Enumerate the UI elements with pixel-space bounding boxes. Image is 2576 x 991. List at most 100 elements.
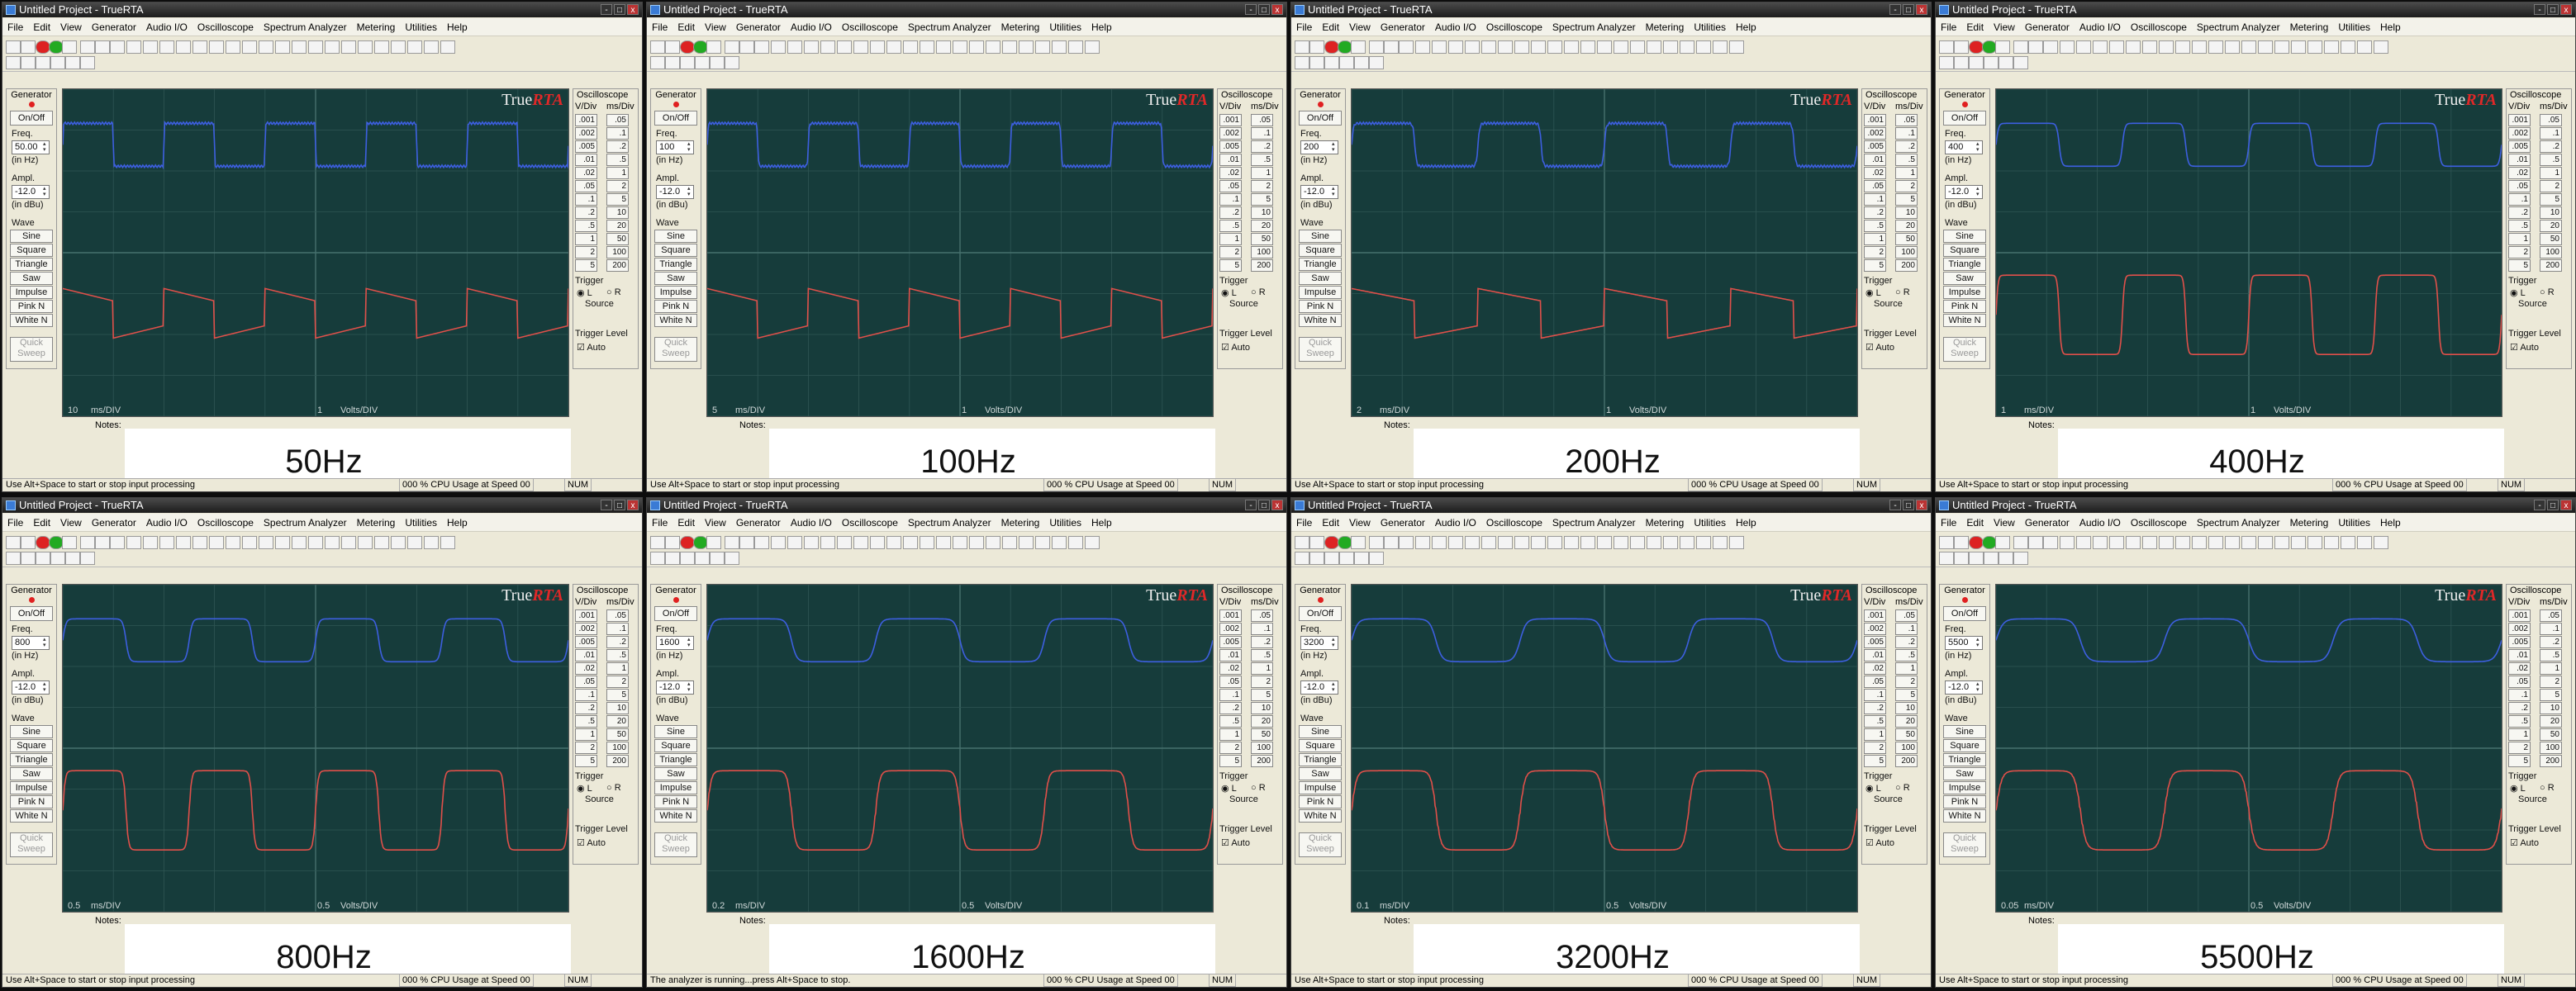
toolbar-button[interactable] bbox=[2307, 40, 2322, 54]
msdiv-button[interactable]: .2 bbox=[1251, 636, 1273, 648]
toolbar-button[interactable] bbox=[2175, 40, 2190, 54]
menu-help[interactable]: Help bbox=[1086, 18, 1117, 36]
msdiv-button[interactable]: .1 bbox=[1251, 623, 1273, 635]
vdiv-button[interactable]: .002 bbox=[2508, 127, 2531, 140]
vdiv-button[interactable]: .5 bbox=[575, 220, 597, 232]
vdiv-button[interactable]: .05 bbox=[1219, 180, 1242, 192]
menu-help[interactable]: Help bbox=[1086, 514, 1117, 532]
msdiv-button[interactable]: 5 bbox=[606, 689, 629, 701]
toolbar-button[interactable] bbox=[986, 40, 1000, 54]
toolbar-button[interactable] bbox=[341, 40, 356, 54]
vdiv-button[interactable]: 5 bbox=[1219, 259, 1242, 272]
toolbar-button[interactable] bbox=[1002, 536, 1017, 549]
wave-triangle-button[interactable]: Triangle bbox=[1299, 753, 1342, 766]
toolbar-button[interactable] bbox=[710, 56, 725, 69]
wave-saw-button[interactable]: Saw bbox=[654, 767, 697, 780]
menu-edit[interactable]: Edit bbox=[1961, 514, 1989, 532]
toolbar-button[interactable] bbox=[837, 536, 852, 549]
toolbar-button[interactable] bbox=[1399, 40, 1414, 54]
toolbar-button[interactable] bbox=[2307, 536, 2322, 549]
menu-edit[interactable]: Edit bbox=[1317, 18, 1344, 36]
menu-utilities[interactable]: Utilities bbox=[1689, 514, 1731, 532]
msdiv-button[interactable]: 5 bbox=[1251, 689, 1273, 701]
toolbar-button[interactable] bbox=[242, 40, 257, 54]
freq-input[interactable]: 400 bbox=[1945, 140, 1983, 154]
toolbar-button[interactable] bbox=[680, 56, 695, 69]
minimize-button[interactable]: - bbox=[2534, 500, 2545, 510]
wave-square-button[interactable]: Square bbox=[1943, 244, 1986, 257]
wave-impulse-button[interactable]: Impulse bbox=[1299, 286, 1342, 299]
msdiv-button[interactable]: 10 bbox=[606, 206, 629, 219]
wave-white-n-button[interactable]: White N bbox=[10, 314, 53, 327]
msdiv-button[interactable]: 5 bbox=[606, 193, 629, 206]
ampl-input[interactable]: -12.0 bbox=[1945, 185, 1983, 199]
toolbar-button[interactable] bbox=[259, 536, 273, 549]
vdiv-button[interactable]: .002 bbox=[575, 623, 597, 635]
menu-utilities[interactable]: Utilities bbox=[2333, 514, 2375, 532]
vdiv-button[interactable]: .1 bbox=[1864, 193, 1886, 206]
toolbar-button[interactable] bbox=[1019, 536, 1034, 549]
toolbar-button[interactable] bbox=[126, 536, 141, 549]
toolbar-button[interactable] bbox=[1680, 40, 1694, 54]
toolbar-button[interactable] bbox=[226, 40, 240, 54]
toolbar-button[interactable] bbox=[706, 536, 721, 549]
wave-sine-button[interactable]: Sine bbox=[654, 725, 697, 738]
wave-triangle-button[interactable]: Triangle bbox=[1943, 258, 1986, 271]
msdiv-button[interactable]: 100 bbox=[606, 246, 629, 258]
vdiv-button[interactable]: .005 bbox=[2508, 140, 2531, 153]
toolbar-button[interactable] bbox=[80, 40, 95, 54]
on-off-button[interactable]: On/Off bbox=[10, 111, 53, 126]
toolbar-button[interactable] bbox=[143, 40, 158, 54]
toolbar-button[interactable] bbox=[292, 536, 307, 549]
msdiv-button[interactable]: 10 bbox=[1895, 206, 1918, 219]
vdiv-button[interactable]: 1 bbox=[575, 728, 597, 741]
toolbar-button[interactable] bbox=[1630, 536, 1645, 549]
close-button[interactable]: x bbox=[627, 4, 639, 15]
toolbar-button[interactable] bbox=[126, 40, 141, 54]
msdiv-button[interactable]: 1 bbox=[1895, 662, 1918, 675]
wave-impulse-button[interactable]: Impulse bbox=[10, 286, 53, 299]
toolbar-button[interactable] bbox=[804, 536, 819, 549]
toolbar-button[interactable] bbox=[1939, 40, 1954, 54]
msdiv-button[interactable]: 20 bbox=[1251, 715, 1273, 728]
msdiv-button[interactable]: .2 bbox=[1251, 140, 1273, 153]
toolbar-button[interactable] bbox=[1324, 552, 1339, 565]
vdiv-button[interactable]: .01 bbox=[2508, 649, 2531, 661]
menu-metering[interactable]: Metering bbox=[352, 514, 401, 532]
toolbar-button[interactable] bbox=[1324, 56, 1339, 69]
toolbar-button[interactable] bbox=[2159, 536, 2174, 549]
trigger-r-radio[interactable]: ○ R bbox=[1895, 287, 1910, 297]
toolbar-button[interactable] bbox=[325, 536, 340, 549]
vdiv-button[interactable]: .2 bbox=[575, 702, 597, 714]
wave-triangle-button[interactable]: Triangle bbox=[10, 753, 53, 766]
toolbar-button[interactable] bbox=[1531, 536, 1546, 549]
toolbar-button[interactable] bbox=[1547, 40, 1562, 54]
wave-square-button[interactable]: Square bbox=[1299, 739, 1342, 752]
vdiv-button[interactable]: 5 bbox=[575, 259, 597, 272]
msdiv-button[interactable]: .1 bbox=[1895, 623, 1918, 635]
toolbar-button[interactable] bbox=[725, 40, 739, 54]
toolbar-button[interactable] bbox=[275, 40, 290, 54]
menu-audio-i-o[interactable]: Audio I/O bbox=[141, 514, 192, 532]
toolbar-button[interactable] bbox=[1547, 536, 1562, 549]
toolbar-button[interactable] bbox=[2241, 536, 2256, 549]
wave-impulse-button[interactable]: Impulse bbox=[10, 781, 53, 794]
maximize-button[interactable]: □ bbox=[2547, 500, 2559, 510]
menu-view[interactable]: View bbox=[700, 514, 731, 532]
msdiv-button[interactable]: 2 bbox=[606, 676, 629, 688]
toolbar-button[interactable] bbox=[1580, 40, 1595, 54]
toolbar-button[interactable] bbox=[1663, 536, 1678, 549]
toolbar-button[interactable] bbox=[407, 40, 422, 54]
vdiv-button[interactable]: 1 bbox=[2508, 233, 2531, 245]
toolbar-button[interactable] bbox=[325, 40, 340, 54]
menu-spectrum-analyzer[interactable]: Spectrum Analyzer bbox=[259, 514, 352, 532]
toolbar-button[interactable] bbox=[2225, 40, 2240, 54]
vdiv-button[interactable]: .005 bbox=[1864, 140, 1886, 153]
msdiv-button[interactable]: .5 bbox=[1895, 154, 1918, 166]
msdiv-button[interactable]: 50 bbox=[2540, 233, 2562, 245]
toolbar-button[interactable] bbox=[1597, 40, 1612, 54]
toolbar-button[interactable] bbox=[1999, 552, 2013, 565]
toolbar-button[interactable] bbox=[242, 536, 257, 549]
vdiv-button[interactable]: .1 bbox=[2508, 689, 2531, 701]
wave-square-button[interactable]: Square bbox=[10, 244, 53, 257]
